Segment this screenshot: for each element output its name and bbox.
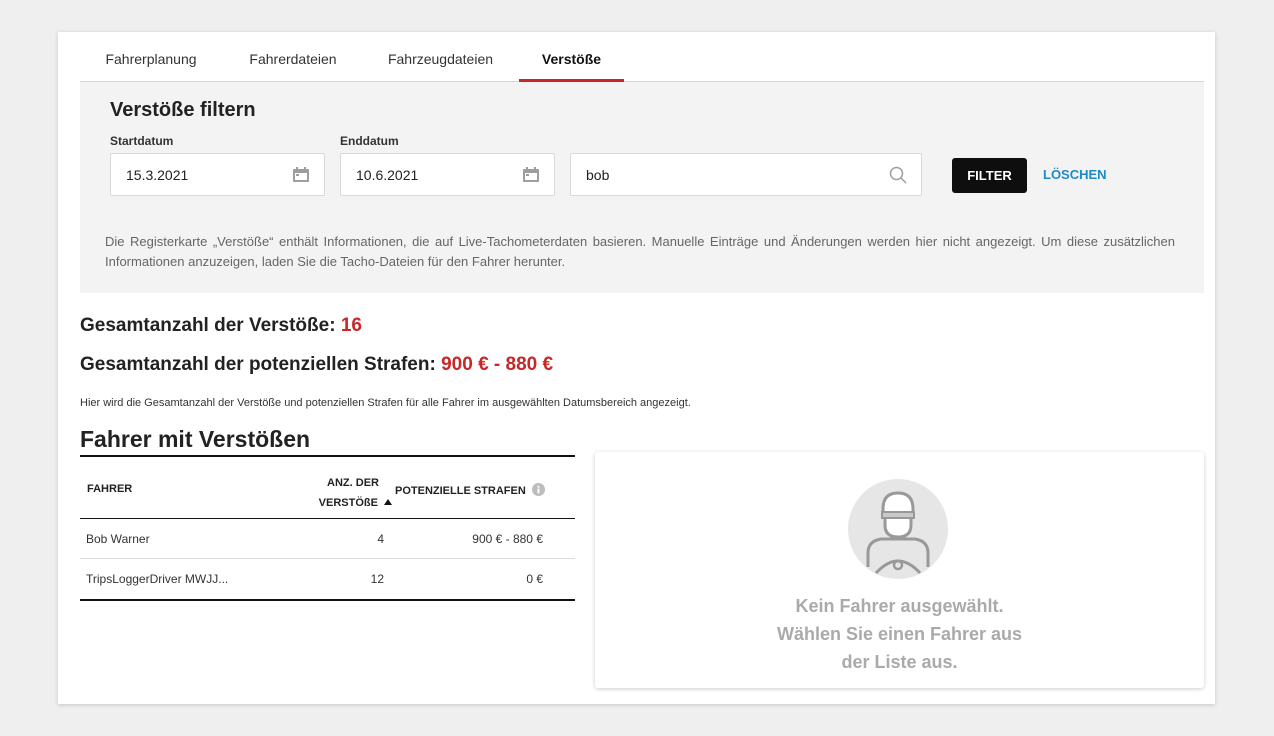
summary-note: Hier wird die Gesamtanzahl der Verstöße … <box>80 397 691 409</box>
table-row[interactable]: Bob Warner 4 900 € - 880 € <box>80 519 575 559</box>
info-icon[interactable] <box>531 483 545 496</box>
violation-count: 12 <box>370 572 384 586</box>
fines-header-label: POTENZIELLE STRAFEN <box>395 485 526 497</box>
tab-bar: Fahrerplanung Fahrerdateien Fahrzeugdate… <box>80 32 1204 82</box>
total-violations-value: 16 <box>340 315 362 336</box>
violation-count: 4 <box>377 532 384 546</box>
calendar-icon[interactable] <box>522 166 540 184</box>
sort-ascending-icon[interactable] <box>383 498 393 506</box>
driver-avatar-icon <box>848 479 948 579</box>
empty-state-line2: Wählen Sie einen Fahrer aus <box>776 624 1023 644</box>
filter-button[interactable]: FILTER <box>952 158 1027 193</box>
search-input[interactable]: bob <box>586 167 609 183</box>
potential-fines: 0 € <box>526 572 543 586</box>
table-row[interactable]: TripsLoggerDriver MWJJ... 12 0 € <box>80 559 575 599</box>
drivers-table: FAHRER ANZ. DER VERSTÖßE POTENZIELLE STR… <box>80 455 575 601</box>
column-header-fines[interactable]: POTENZIELLE STRAFEN <box>395 483 545 497</box>
tacho-info-text: Die Registerkarte „Verstöße“ enthält Inf… <box>105 234 1175 269</box>
tab-fahrerplanung[interactable]: Fahrerplanung <box>80 32 222 82</box>
driver-detail-panel: Kein Fahrer ausgewählt. Wählen Sie einen… <box>595 452 1204 688</box>
end-date-value: 10.6.2021 <box>356 167 419 183</box>
tab-fahrzeugdateien[interactable]: Fahrzeugdateien <box>364 32 517 82</box>
table-header: FAHRER ANZ. DER VERSTÖßE POTENZIELLE STR… <box>80 457 575 519</box>
total-fines-value: 900 € - 880 € <box>441 354 554 375</box>
violations-card: Fahrerplanung Fahrerdateien Fahrzeugdate… <box>58 32 1215 704</box>
start-date-field[interactable]: 15.3.2021 <box>110 153 325 196</box>
total-violations: Gesamtanzahl der Verstöße: 16 <box>80 315 362 337</box>
empty-state-line1: Kein Fahrer ausgewählt. <box>795 596 1004 616</box>
end-date-field[interactable]: 10.6.2021 <box>340 153 555 196</box>
clear-button[interactable]: LÖSCHEN <box>1043 167 1107 182</box>
total-fines: Gesamtanzahl der potenziellen Strafen: 9… <box>80 354 553 376</box>
search-icon[interactable] <box>889 166 907 184</box>
total-fines-label: Gesamtanzahl der potenziellen Strafen: <box>80 354 436 375</box>
total-violations-label: Gesamtanzahl der Verstöße: <box>80 315 336 336</box>
start-date-label: Startdatum <box>110 134 174 148</box>
column-header-count[interactable]: ANZ. DER VERSTÖßE <box>290 473 393 513</box>
empty-state-message: Kein Fahrer ausgewählt. Wählen Sie einen… <box>595 592 1204 676</box>
count-header-line1: ANZ. DER <box>327 477 379 489</box>
count-header-line2: VERSTÖßE <box>318 497 378 509</box>
potential-fines: 900 € - 880 € <box>472 532 543 546</box>
filter-panel: Verstöße filtern Startdatum 15.3.2021 En… <box>80 82 1204 293</box>
filter-title: Verstöße filtern <box>110 99 256 121</box>
tab-verstoesse[interactable]: Verstöße <box>519 32 624 82</box>
start-date-value: 15.3.2021 <box>126 167 189 183</box>
calendar-icon[interactable] <box>292 166 310 184</box>
driver-name: Bob Warner <box>86 532 150 546</box>
empty-state-line3: der Liste aus. <box>841 652 958 672</box>
end-date-label: Enddatum <box>340 134 399 148</box>
driver-name: TripsLoggerDriver MWJJ... <box>86 572 229 586</box>
search-field[interactable]: bob <box>570 153 922 196</box>
column-header-driver[interactable]: FAHRER <box>87 483 132 495</box>
drivers-section-title: Fahrer mit Verstößen <box>80 426 311 452</box>
tab-fahrerdateien[interactable]: Fahrerdateien <box>222 32 364 82</box>
